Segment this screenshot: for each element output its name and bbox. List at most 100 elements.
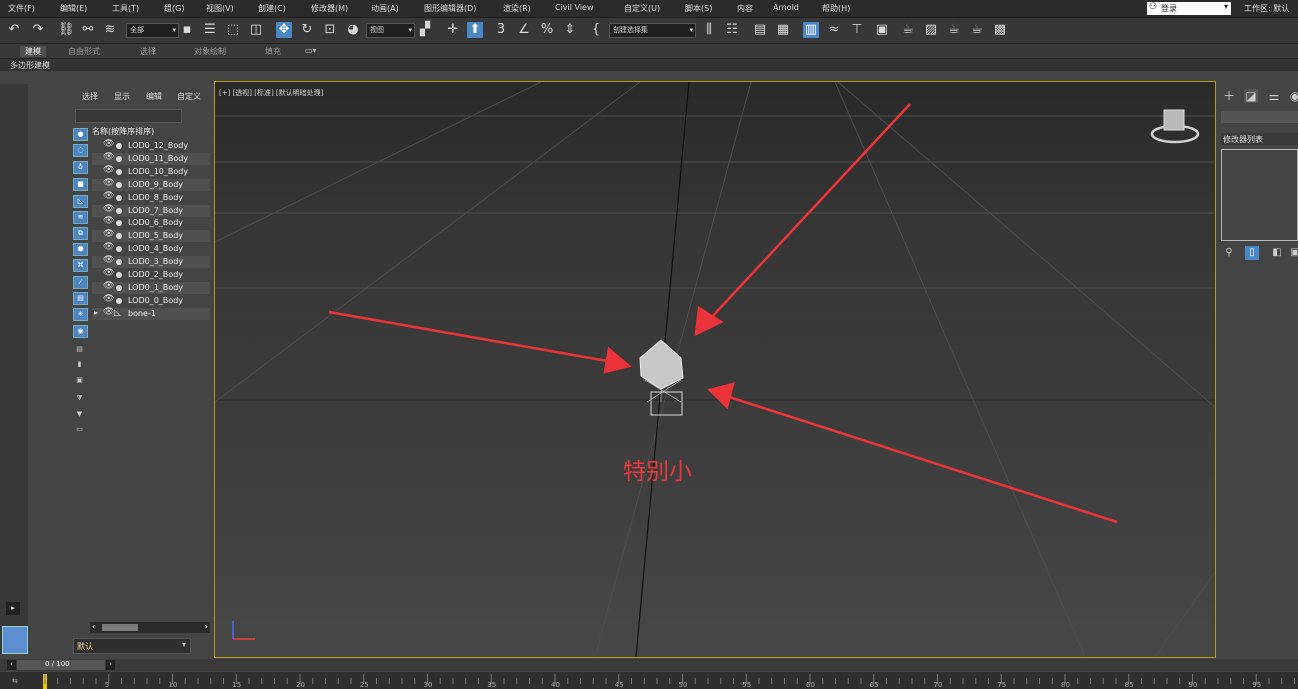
explorer-row-LOD0_3_Body[interactable]: 👁 LOD0_3_Body	[92, 255, 210, 268]
explorer-menu-select[interactable]: 选择	[82, 91, 98, 102]
select-by-name-icon[interactable]: ☰	[202, 22, 218, 38]
menu-scripting[interactable]: 脚本(S)	[685, 3, 712, 14]
render-in-cloud-icon[interactable]: ☕	[969, 22, 985, 38]
filter-space-warps-icon[interactable]: ≋	[73, 211, 88, 224]
ribbon-tab-object-paint[interactable]: 对象绘制	[194, 46, 226, 57]
rectangular-selection-icon[interactable]: ⬚	[225, 22, 241, 38]
align-icon[interactable]: ☷	[724, 22, 740, 38]
window-crossing-icon[interactable]: ◫	[248, 22, 264, 38]
expand-arrow-icon[interactable]: ▸	[94, 308, 98, 317]
explorer-row-LOD0_10_Body[interactable]: 👁 LOD0_10_Body	[92, 165, 210, 178]
scroll-left-icon[interactable]: ‹	[92, 622, 95, 631]
login-dropdown[interactable]: ⚇ 登录 ▾	[1147, 2, 1231, 15]
funnel-filter-icon[interactable]: ⧩	[73, 393, 86, 404]
select-and-place-icon[interactable]: ◕	[345, 22, 361, 38]
eye-icon[interactable]: 👁	[103, 229, 114, 239]
redo-icon[interactable]: ↷	[30, 22, 46, 38]
modify-tab-icon[interactable]: ◪	[1244, 89, 1258, 103]
eye-icon[interactable]: 👁	[103, 139, 114, 149]
snaps-toggle-icon[interactable]: 3	[493, 22, 509, 38]
link-icon[interactable]: ⛓	[58, 22, 75, 38]
eye-icon[interactable]: 👁	[103, 307, 114, 317]
eye-icon[interactable]: 👁	[103, 255, 114, 265]
show-end-result-icon[interactable]: ▯	[1245, 246, 1259, 260]
eye-icon[interactable]: 👁	[103, 294, 114, 304]
ribbon-tab-populate[interactable]: 填充	[265, 46, 281, 57]
scroll-right-icon[interactable]: ›	[205, 622, 208, 631]
layer-dropdown[interactable]: 默认 ▾	[73, 638, 191, 654]
menu-rendering[interactable]: 渲染(R)	[503, 3, 531, 14]
explorer-row-LOD0_9_Body[interactable]: 👁 LOD0_9_Body	[92, 178, 210, 191]
make-unique-icon[interactable]: ◧	[1270, 246, 1284, 260]
filter-geometry-icon[interactable]: ●	[73, 128, 88, 141]
perspective-viewport[interactable]: [+] [透视] [标准] [默认明暗处理] 特别小	[214, 81, 1216, 658]
viewport-label[interactable]: [+] [透视] [标准] [默认明暗处理]	[219, 88, 323, 98]
layer-explorer-icon[interactable]: ▦	[775, 22, 791, 38]
percent-snap-icon[interactable]: %	[539, 22, 555, 38]
funnel-icon[interactable]: ▼	[73, 409, 86, 420]
filter-groups-icon[interactable]: ⧉	[73, 227, 88, 240]
eye-icon[interactable]: 👁	[103, 216, 114, 226]
explorer-row-LOD0_6_Body[interactable]: 👁 LOD0_6_Body	[92, 216, 210, 229]
eye-icon[interactable]: 👁	[103, 165, 114, 175]
hierarchy-tab-icon[interactable]: ⚌	[1267, 89, 1281, 103]
bind-space-warp-icon[interactable]: ≋	[102, 22, 118, 38]
filter-xrefs-icon[interactable]: ⬢	[73, 243, 88, 256]
polygon-modeling-label[interactable]: 多边形建模	[10, 60, 50, 71]
filter-layers-icon[interactable]: ▤	[73, 344, 86, 355]
menu-edit[interactable]: 编辑(E)	[60, 3, 87, 14]
explorer-row-LOD0_8_Body[interactable]: 👁 LOD0_8_Body	[92, 191, 210, 204]
filter-frozen-icon[interactable]: ▤	[73, 292, 88, 305]
explorer-menu-display[interactable]: 显示	[114, 91, 130, 102]
menu-content[interactable]: 内容	[737, 3, 753, 14]
explorer-row-LOD0_5_Body[interactable]: 👁 LOD0_5_Body	[92, 229, 210, 242]
edit-named-selection-icon[interactable]: {	[588, 22, 604, 38]
eye-icon[interactable]: 👁	[103, 191, 114, 201]
menu-group[interactable]: 组(G)	[164, 3, 184, 14]
schematic-view-icon[interactable]: ⊤	[849, 22, 865, 38]
reference-coordinate-dropdown[interactable]: 视图 ▾	[366, 23, 415, 38]
filter-toggle-visibility-icon[interactable]: ◉	[73, 325, 88, 338]
time-slider[interactable]: 0 / 100	[17, 660, 105, 670]
select-manipulate-icon[interactable]: ✛	[445, 22, 461, 38]
menu-animation[interactable]: 动画(A)	[371, 3, 399, 14]
select-and-scale-icon[interactable]: ⊡	[322, 22, 338, 38]
modifier-stack[interactable]	[1221, 149, 1298, 241]
create-tab-icon[interactable]: ＋	[1222, 89, 1236, 103]
menu-create[interactable]: 创建(C)	[258, 3, 286, 14]
explorer-row-LOD0_11_Body[interactable]: 👁 LOD0_11_Body	[92, 152, 210, 165]
explorer-row-bone-1[interactable]: ▸ 👁 ◺ bone-1	[92, 307, 210, 320]
explorer-row-LOD0_12_Body[interactable]: 👁 LOD0_12_Body	[92, 139, 210, 152]
toggle-ribbon-icon[interactable]: ▥	[803, 22, 819, 38]
pivot-center-icon[interactable]: ▞	[417, 22, 433, 38]
remove-modifier-icon[interactable]: ▣	[1288, 246, 1298, 260]
eye-icon[interactable]: 👁	[103, 268, 114, 278]
expand-layout-icon[interactable]: ▸	[6, 602, 20, 615]
explorer-row-LOD0_1_Body[interactable]: 👁 LOD0_1_Body	[92, 281, 210, 294]
filter-cameras-icon[interactable]: ■	[73, 178, 88, 191]
spinner-snap-icon[interactable]: ⇕	[562, 22, 578, 38]
previous-frame-icon[interactable]: ‹	[7, 660, 16, 670]
select-and-rotate-icon[interactable]: ↻	[299, 22, 315, 38]
explorer-search-input[interactable]	[75, 109, 182, 123]
modifier-list-dropdown[interactable]: 修改器列表	[1221, 133, 1298, 145]
filter-sort-icon[interactable]: ▣	[73, 375, 86, 386]
filter-hierarchy-icon[interactable]: ▮	[73, 359, 86, 370]
eye-icon[interactable]: 👁	[103, 242, 114, 252]
explorer-row-LOD0_4_Body[interactable]: 👁 LOD0_4_Body	[92, 242, 210, 255]
unlink-icon[interactable]: ⚯	[80, 22, 96, 38]
scene-explorer-icon[interactable]: ▤	[752, 22, 768, 38]
menu-file[interactable]: 文件(F)	[8, 3, 35, 14]
menu-arnold[interactable]: Arnold	[773, 3, 799, 12]
menu-customize[interactable]: 自定义(U)	[624, 3, 660, 14]
ribbon-options-icon[interactable]: ▭▾	[305, 46, 317, 55]
mirror-icon[interactable]: ⫼	[701, 22, 717, 38]
scrollbar-thumb[interactable]	[102, 624, 138, 631]
viewcube[interactable]	[1145, 104, 1205, 154]
menu-civil-view[interactable]: Civil View	[555, 3, 594, 12]
menu-tools[interactable]: 工具(T)	[112, 3, 139, 14]
rendered-frame-window-icon[interactable]: ▨	[923, 22, 939, 38]
eye-icon[interactable]: 👁	[103, 152, 114, 162]
curve-editor-icon[interactable]: ≈	[826, 22, 842, 38]
pin-stack-icon[interactable]: ⚲	[1222, 246, 1236, 260]
